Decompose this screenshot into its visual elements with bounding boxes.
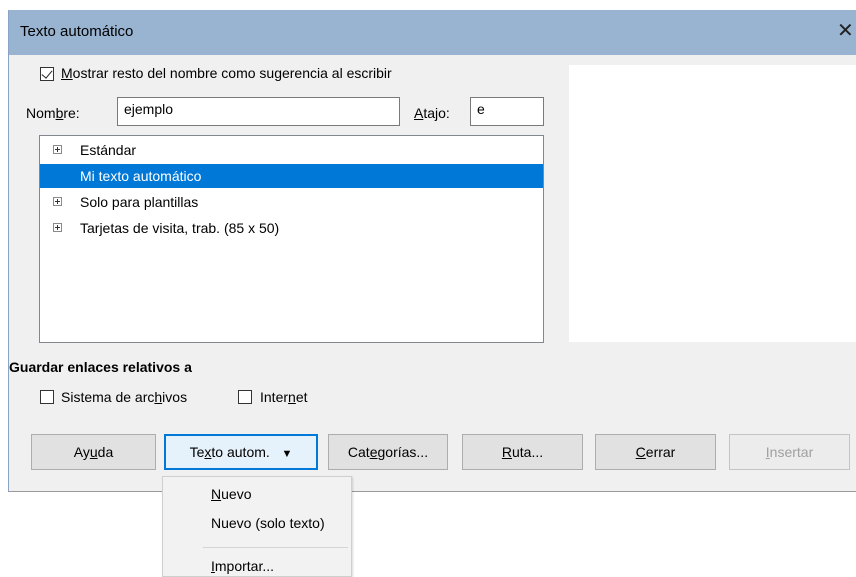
close-button[interactable]: Cerrar (595, 434, 716, 470)
autotext-menu-button[interactable]: Texto autom. ▼ (164, 434, 318, 470)
internet-label[interactable]: Internet (260, 389, 308, 405)
shortcut-input[interactable]: e (470, 97, 544, 126)
expand-plus-icon[interactable] (53, 197, 62, 206)
show-suggestion-label[interactable]: Mostrar resto del nombre como sugerencia… (61, 65, 392, 81)
filesystem-checkbox[interactable] (40, 390, 54, 404)
tree-item-estandar[interactable]: Estándar (40, 138, 543, 162)
path-button[interactable]: Ruta... (462, 434, 583, 470)
internet-checkbox[interactable] (238, 390, 252, 404)
menu-item-new[interactable]: Nuevo (211, 486, 251, 502)
expand-plus-icon[interactable] (53, 145, 62, 154)
autotext-dropdown-menu: Nuevo Nuevo (solo texto) Importar... (162, 476, 352, 577)
shortcut-label: Atajo: (414, 105, 450, 121)
show-suggestion-checkbox[interactable] (40, 67, 54, 81)
preview-pane (569, 65, 856, 342)
name-label: Nombre: (26, 105, 80, 121)
help-button[interactable]: Ayuda (31, 434, 156, 470)
filesystem-label[interactable]: Sistema de archivos (61, 389, 187, 405)
tree-item-tarjetas-visita[interactable]: Tarjetas de visita, trab. (85 x 50) (40, 216, 543, 240)
tree-item-mi-texto-automatico[interactable]: Mi texto automático (40, 164, 543, 188)
close-icon[interactable]: ✕ (837, 19, 856, 43)
menu-item-new-text-only[interactable]: Nuevo (solo texto) (211, 515, 325, 531)
expand-plus-icon[interactable] (53, 223, 62, 232)
categories-button[interactable]: Categorías... (328, 434, 448, 470)
menu-item-import[interactable]: Importar... (211, 558, 274, 574)
dropdown-arrow-icon: ▼ (281, 448, 293, 460)
name-input[interactable]: ejemplo (117, 97, 400, 126)
insert-button: Insertar (729, 434, 850, 470)
autotext-dialog: Texto automático ✕ Mostrar resto del nom… (8, 10, 856, 492)
window-title: Texto automático (20, 23, 134, 40)
relative-links-heading: Guardar enlaces relativos a (9, 359, 192, 375)
category-tree[interactable]: Estándar Mi texto automático Solo para p… (39, 135, 544, 343)
menu-separator (203, 547, 348, 548)
title-bar[interactable]: Texto automático ✕ (9, 10, 856, 55)
tree-item-solo-plantillas[interactable]: Solo para plantillas (40, 190, 543, 214)
